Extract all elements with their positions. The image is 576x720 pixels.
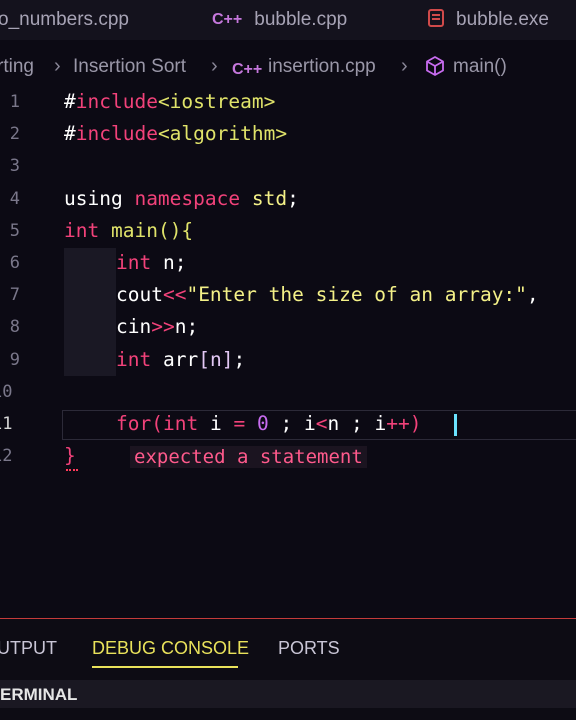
line-number: 7 bbox=[9, 285, 20, 305]
line-number: 9 bbox=[9, 350, 20, 370]
line-number: 2 bbox=[9, 124, 20, 144]
method-cube-icon bbox=[424, 55, 446, 83]
tab-label: bubble.cpp bbox=[254, 9, 348, 30]
tab-ports[interactable]: PORTS bbox=[278, 638, 340, 659]
chevron-right-icon: › bbox=[401, 55, 408, 77]
cpp-icon: C++ bbox=[212, 11, 243, 28]
code-line-4: using namespace std; bbox=[64, 187, 299, 210]
tab-bubble-exe[interactable]: bubble.exe bbox=[428, 0, 549, 40]
code-line-5: int main(){ bbox=[64, 219, 194, 242]
breadcrumb-item-insertion-sort[interactable]: Insertion Sort bbox=[73, 56, 186, 78]
code-line-11: for(int i = 0 ; i<n ; i++) bbox=[116, 412, 422, 435]
code-line-8: cin>>n; bbox=[116, 315, 199, 338]
terminal-label[interactable]: ERMINAL bbox=[0, 685, 77, 705]
code-line-12: } bbox=[64, 444, 76, 467]
chevron-right-icon: › bbox=[54, 55, 61, 77]
breadcrumb-item-folder[interactable]: rting bbox=[0, 56, 34, 78]
text-cursor bbox=[454, 414, 457, 436]
line-number: 12 bbox=[0, 446, 13, 466]
terminal-header bbox=[0, 680, 576, 708]
error-squiggle bbox=[66, 466, 78, 471]
line-number: 11 bbox=[0, 414, 13, 434]
line-number: 8 bbox=[9, 317, 20, 337]
active-tab-indicator bbox=[92, 666, 238, 668]
code-line-2: #include<algorithm> bbox=[64, 122, 288, 145]
cpp-icon: C++ bbox=[232, 61, 263, 78]
code-line-6: int n; bbox=[116, 251, 187, 274]
tab-label: o_numbers.cpp bbox=[0, 9, 129, 30]
inline-error-message: expected a statement bbox=[130, 446, 367, 468]
code-line-7: cout<<"Enter the size of an array:", bbox=[116, 283, 539, 306]
line-number: 4 bbox=[9, 189, 20, 209]
tab-label: bubble.exe bbox=[456, 9, 549, 30]
line-number: 6 bbox=[9, 253, 20, 273]
line-number: 3 bbox=[9, 156, 20, 176]
exe-file-icon bbox=[428, 8, 444, 32]
line-number: 5 bbox=[9, 221, 20, 241]
breadcrumb-item-file[interactable]: insertion.cpp bbox=[268, 56, 376, 78]
line-number: 1 bbox=[9, 92, 20, 112]
tab-o-numbers-cpp[interactable]: o_numbers.cpp bbox=[0, 0, 129, 40]
breadcrumb-item-symbol[interactable]: main() bbox=[453, 56, 507, 78]
code-line-1: #include<iostream> bbox=[64, 90, 276, 113]
chevron-right-icon: › bbox=[211, 55, 218, 77]
tab-debug-console[interactable]: DEBUG CONSOLE bbox=[92, 638, 249, 659]
editor-tab-bar: o_numbers.cpp C++ bubble.cpp bubble.exe bbox=[0, 0, 576, 40]
indent-guide bbox=[64, 248, 116, 376]
code-line-9: int arr[n]; bbox=[116, 348, 246, 371]
tab-output[interactable]: UTPUT bbox=[0, 638, 57, 659]
line-number: 10 bbox=[0, 382, 13, 402]
tab-bubble-cpp[interactable]: C++ bubble.cpp bbox=[212, 0, 347, 40]
